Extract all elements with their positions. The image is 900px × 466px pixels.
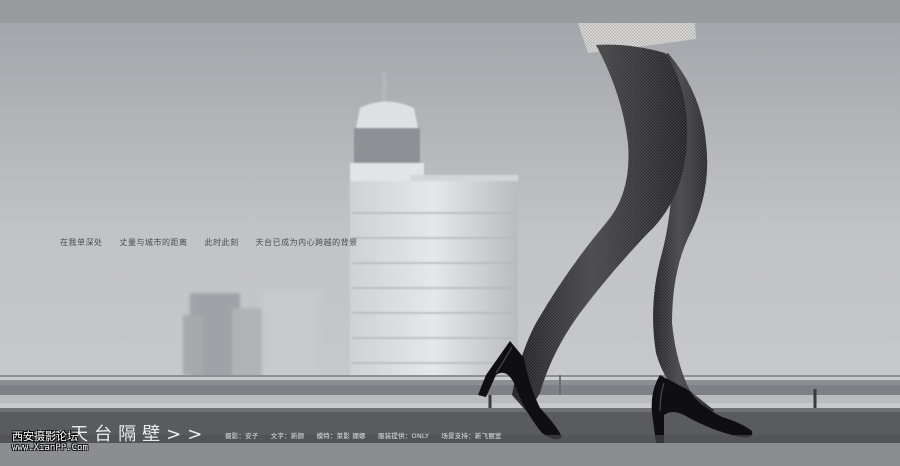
credit-venue: 场景支持：新飞丽室 <box>441 432 502 440</box>
watermark-url: www.XianPP.Com <box>12 443 88 453</box>
watermark: 西安摄影论坛 www.XianPP.Com <box>12 430 88 454</box>
tagline-part-3: 此时此刻 <box>204 238 239 247</box>
photo-scene <box>0 23 900 443</box>
tagline-part-4: 天台已成为内心跨越的背景 <box>255 238 358 247</box>
photograph <box>0 23 900 443</box>
credits: 摄影：安子 文字：新颜 模特：菜影 娜娜 服装提供：ONLY 场景支持：新飞丽室 <box>225 430 512 440</box>
photo-frame: 在我单深处 丈量与城市的距离 此时此刻 天台已成为内心跨越的背景 <<天台隔壁>… <box>0 0 900 466</box>
bottom-border <box>0 443 900 466</box>
watermark-forum-name: 西安摄影论坛 <box>12 430 78 443</box>
credit-model: 模特：菜影 娜娜 <box>316 432 366 440</box>
top-border <box>0 0 900 23</box>
tagline-part-1: 在我单深处 <box>60 238 103 247</box>
credit-photographer: 摄影：安子 <box>225 432 259 440</box>
credit-costume: 服装提供：ONLY <box>378 432 430 440</box>
credit-writer: 文字：新颜 <box>270 432 305 440</box>
tagline: 在我单深处 丈量与城市的距离 此时此刻 天台已成为内心跨越的背景 <box>60 237 372 248</box>
tagline-part-2: 丈量与城市的距离 <box>119 238 188 247</box>
